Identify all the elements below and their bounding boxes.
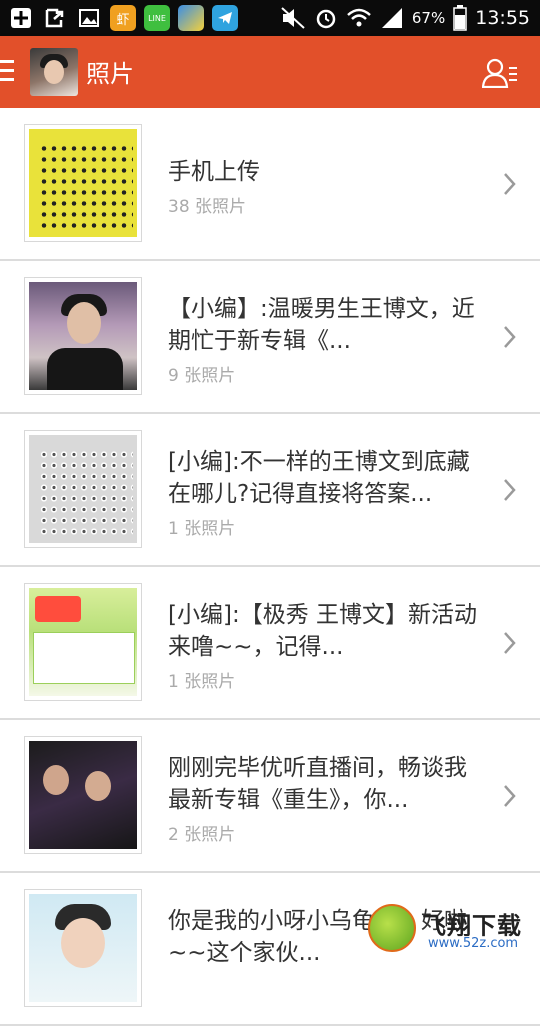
share-icon [42, 5, 68, 31]
alarm-icon [316, 9, 336, 29]
chevron-right-icon [504, 632, 516, 654]
photo-count: 2 张照片 [168, 825, 236, 845]
photo-count: 1 张照片 [168, 672, 236, 692]
gallery-icon [76, 5, 102, 31]
album-thumbnail [24, 583, 142, 701]
battery-icon [453, 5, 467, 31]
xia-app-icon: 虾 [110, 5, 136, 31]
chevron-right-icon [504, 785, 516, 807]
photo-count: 1 张照片 [168, 519, 236, 539]
album-thumbnail [24, 430, 142, 548]
photo-count: 9 张照片 [168, 366, 236, 386]
app-bar: 照片 [0, 36, 540, 108]
album-thumbnail [24, 736, 142, 854]
mute-icon [281, 7, 305, 29]
chevron-right-icon [504, 479, 516, 501]
album-row[interactable]: 刚刚完毕优听直播间，畅谈我最新专辑《重生》，你... 2 张照片 [0, 720, 540, 873]
signal-icon [381, 8, 402, 28]
album-row[interactable]: 手机上传 38 张照片 [0, 108, 540, 261]
drawer-menu-icon[interactable] [0, 60, 14, 84]
clock: 13:55 [475, 7, 530, 29]
album-row[interactable]: [小编]:不一样的王博文到底藏在哪儿?记得直接将答案... 1 张照片 [0, 414, 540, 567]
battery-percent: 67% [411, 9, 446, 27]
watermark: 飞翔下载 www.52z.com [368, 902, 534, 958]
status-bar: 虾 LINE 67% 13:55 [0, 0, 540, 36]
photo-count: 38 张照片 [168, 197, 247, 217]
album-title: 刚刚完毕优听直播间，畅谈我最新专辑《重生》，你... [168, 755, 467, 813]
telegram-icon [212, 5, 238, 31]
watermark-url: www.52z.com [428, 936, 519, 951]
album-title: 【小编】:温暖男生王博文，近期忙于新专辑《... [168, 296, 475, 354]
album-thumbnail [24, 889, 142, 1007]
chevron-right-icon [504, 173, 516, 195]
album-title: [小编]:【极秀 王博文】新活动来噜~~，记得... [168, 602, 478, 660]
avatar[interactable] [30, 48, 78, 96]
wifi-icon [347, 8, 371, 27]
album-title: 手机上传 [168, 159, 260, 185]
profile-menu-icon[interactable] [482, 58, 518, 88]
watermark-logo-icon [368, 904, 416, 952]
album-title: [小编]:不一样的王博文到底藏在哪儿?记得直接将答案... [168, 449, 470, 507]
page-title: 照片 [86, 60, 134, 88]
album-thumbnail [24, 277, 142, 395]
album-list: 手机上传 38 张照片 【小编】:温暖男生王博文，近期忙于新专辑《... 9 张… [0, 108, 540, 1026]
add-icon [8, 5, 34, 31]
notification-icons: 虾 LINE [8, 4, 238, 32]
chevron-right-icon [504, 326, 516, 348]
album-row[interactable]: 【小编】:温暖男生王博文，近期忙于新专辑《... 9 张照片 [0, 261, 540, 414]
game-app-icon [178, 5, 204, 31]
album-row[interactable]: [小编]:【极秀 王博文】新活动来噜~~，记得... 1 张照片 [0, 567, 540, 720]
line-app-icon: LINE [144, 5, 170, 31]
album-thumbnail [24, 124, 142, 242]
